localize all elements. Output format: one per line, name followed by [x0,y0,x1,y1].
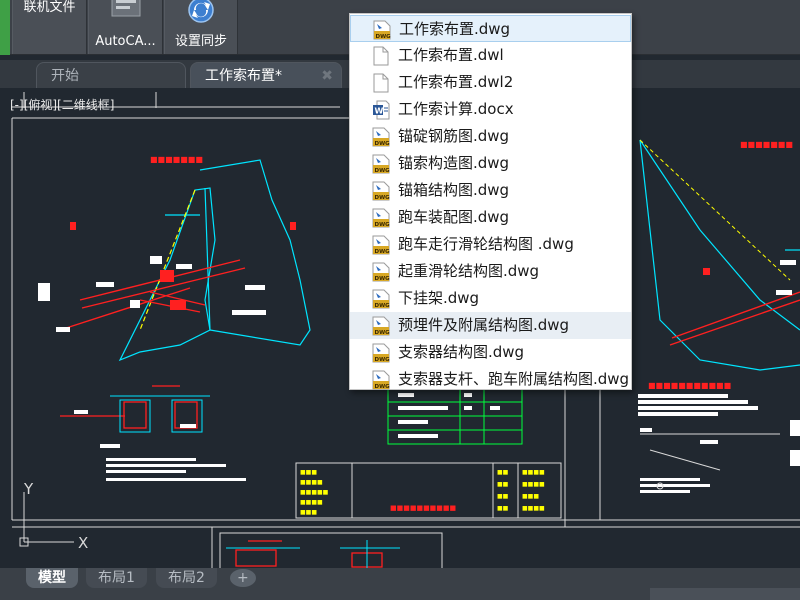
tab-start[interactable]: 开始 [36,62,186,88]
svg-text:■■■: ■■■ [300,509,317,516]
svg-text:■■■■: ■■■■ [300,479,323,486]
file-name: 锚碇钢筋图.dwg [398,127,510,145]
file-name: 锚索构造图.dwg [398,154,510,172]
file-list-item[interactable]: DWG 下挂架.dwg [350,285,631,312]
add-layout-button[interactable]: + [230,569,256,587]
online-files-label: 联机文件 [23,0,76,15]
dwg-file-icon: DWG [372,208,390,228]
autocad-window: 联机文件 AutoCA... 设置同步 开始 工作索布置* ✖ ■■■■■■■ … [0,0,800,600]
svg-text:■■: ■■ [497,481,509,488]
svg-text:■■■■■■■: ■■■■■■■ [740,140,793,149]
file-list-item[interactable]: DWG 支索器结构图.dwg [350,339,631,366]
svg-text:DWG: DWG [375,357,391,363]
file-name: 支索器结构图.dwg [398,343,525,361]
file-list-item[interactable]: DWG 预埋件及附属结构图.dwg [350,312,631,339]
tab-drawing-label: 工作索布置* [205,68,282,84]
sync-settings-label: 设置同步 [174,34,227,49]
dwg-file-icon: DWG [372,289,390,309]
dwg-file-icon: DWG [372,127,390,147]
file-name: 工作索布置.dwl2 [398,73,514,91]
dwg-file-icon: DWG [372,316,390,336]
svg-text:■■: ■■ [497,505,509,512]
file-list-item[interactable]: DWG 工作索布置.dwg [350,15,631,42]
dwg-file-icon: DWG [372,262,390,282]
file-list-item[interactable]: DWG 跑车走行滑轮结构图 .dwg [350,231,631,258]
close-icon[interactable]: ✖ [321,63,333,89]
file-list-item[interactable]: 工作索布置.dwl [350,42,631,69]
svg-text:■■■■: ■■■■ [522,505,545,512]
viewport-controls[interactable]: [-][俯视][二维线框] [10,96,114,113]
file-list-item[interactable]: DWG 支索器支杆、跑车附属结构图.dwg [350,366,631,393]
file-name: 预埋件及附属结构图.dwg [398,316,570,334]
recent-files-popup: DWG 工作索布置.dwg 工作索布置.dwl 工作索布置.dwl2 W 工作索计算.do… [349,13,632,390]
autocad-button[interactable]: AutoCA... [88,0,163,54]
svg-text:DWG: DWG [375,222,391,228]
file-list-item[interactable]: DWG 锚碇钢筋图.dwg [350,123,631,150]
svg-text:■■■■■■■■■■: ■■■■■■■■■■ [390,504,456,512]
file-name: 工作索布置.dwl [398,46,504,64]
dwg-file-icon: DWG [372,181,390,201]
ucs-x-label: X [78,534,89,552]
svg-text:DWG: DWG [375,330,391,336]
svg-text:■■■: ■■■ [300,469,317,476]
blank-file-icon [372,46,390,66]
sync-settings-icon [184,0,218,30]
status-bar-tools[interactable] [650,588,800,600]
svg-text:■■■■: ■■■■ [522,469,545,476]
svg-text:■■■■■■■■■■■: ■■■■■■■■■■■ [648,381,731,390]
file-list-item[interactable]: DWG 跑车装配图.dwg [350,204,631,231]
ribbon-accent-strip [0,0,10,55]
dwg-file-icon: DWG [372,370,390,390]
file-name: 起重滑轮结构图.dwg [398,262,540,280]
svg-text:DWG: DWG [375,276,391,282]
online-files-button[interactable]: 联机文件 [12,0,87,54]
tab-start-label: 开始 [51,68,79,84]
svg-text:DWG: DWG [375,303,391,309]
file-list-item[interactable]: W 工作索计算.docx [350,96,631,123]
file-list-item[interactable]: DWG 锚箱结构图.dwg [350,177,631,204]
file-name: 下挂架.dwg [398,289,480,307]
svg-text:■■: ■■ [497,493,509,500]
svg-text:DWG: DWG [376,34,392,40]
svg-text:W: W [375,107,384,116]
svg-text:■■■: ■■■ [522,493,539,500]
layout-tab-bar: 模型 布局1 布局2 + [0,568,800,600]
file-name: 工作索计算.docx [398,100,514,118]
sync-settings-button[interactable]: 设置同步 [164,0,238,54]
dwg-file-icon: DWG [372,343,390,363]
tab-model[interactable]: 模型 [26,568,78,588]
svg-text:■■: ■■ [497,469,509,476]
svg-text:DWG: DWG [375,195,391,201]
svg-text:DWG: DWG [375,384,391,390]
file-name: 工作索布置.dwg [399,20,511,38]
file-name: 跑车走行滑轮结构图 .dwg [398,235,574,253]
autocad-button-label: AutoCA... [95,34,156,49]
tab-layout2[interactable]: 布局2 [156,568,217,588]
svg-text:DWG: DWG [375,141,391,147]
svg-text:■■■■: ■■■■ [300,499,323,506]
svg-text:DWG: DWG [375,168,391,174]
tab-drawing[interactable]: 工作索布置* ✖ [190,62,342,88]
file-list-item[interactable]: 工作索布置.dwl2 [350,69,631,96]
dwg-file-icon: DWG [372,235,390,255]
file-name: 支索器支杆、跑车附属结构图.dwg [398,370,630,388]
dwg-file-icon: DWG [372,154,390,174]
tab-layout1[interactable]: 布局1 [86,568,147,588]
ucs-y-label: Y [24,480,34,498]
svg-text:■■■■■: ■■■■■ [300,489,329,496]
blank-file-icon [372,73,390,93]
file-list-item[interactable]: DWG 起重滑轮结构图.dwg [350,258,631,285]
svg-text:DWG: DWG [375,249,391,255]
svg-text:■■■■■■■: ■■■■■■■ [150,155,203,164]
autocad-icon [108,0,144,24]
dwg-file-icon: DWG [373,20,391,40]
file-list-item[interactable]: DWG 锚索构造图.dwg [350,150,631,177]
file-name: 锚箱结构图.dwg [398,181,510,199]
file-name: 跑车装配图.dwg [398,208,510,226]
svg-text:■■■■: ■■■■ [522,481,545,488]
word-file-icon: W [372,100,390,120]
